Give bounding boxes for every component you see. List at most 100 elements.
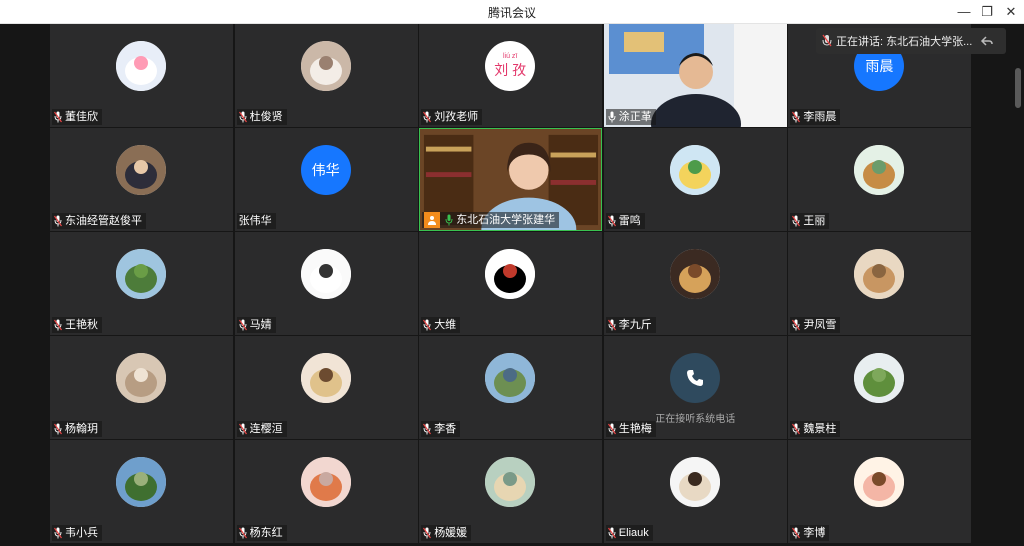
participant-tile[interactable]: 杜俊贤 (234, 24, 418, 127)
participant-tile[interactable]: 涂正革 (603, 24, 787, 127)
avatar-initials: 刘 孜 (494, 61, 527, 78)
participant-tile[interactable]: 李香 (419, 336, 603, 439)
participant-tile[interactable]: 大维 (419, 232, 603, 335)
participant-name-label: 董佳欣 (52, 109, 102, 125)
participant-name: 李九斤 (618, 319, 652, 331)
avatar (669, 353, 720, 403)
participant-name: 生艳梅 (618, 423, 652, 435)
participant-tile[interactable]: 东油经管赵俊平 (50, 128, 233, 231)
mic-muted-icon (423, 423, 432, 435)
mic-muted-icon (54, 423, 62, 435)
avatar (485, 353, 536, 403)
restore-button[interactable]: ❐ (977, 2, 997, 22)
participant-tile[interactable]: Eliauk (603, 440, 787, 543)
participant-name: 张伟华 (238, 215, 272, 227)
participant-name: 李博 (803, 527, 826, 539)
avatar (116, 249, 166, 299)
participant-tile[interactable]: 马婧 (234, 232, 418, 335)
participant-name-label: 东北石油大学张建华 (422, 212, 560, 228)
mic-muted-icon (792, 423, 801, 435)
participant-name: 涂正革 (618, 111, 652, 123)
mic-muted-icon (607, 215, 616, 227)
participant-name: 王艳秋 (65, 319, 98, 331)
participant-tile[interactable]: 杨翰玥 (50, 336, 233, 439)
mic-muted-icon (238, 527, 247, 539)
window-title: 腾讯会议 (487, 6, 536, 20)
participant-tile[interactable]: 连樱洹 (234, 336, 418, 439)
mic-muted-icon (54, 111, 62, 123)
participant-name-label: 杨媛媛 (421, 525, 472, 541)
participant-name: 董佳欣 (65, 111, 98, 123)
avatar (116, 145, 166, 195)
participant-tile[interactable]: 王艳秋 (50, 232, 233, 335)
participant-tile[interactable]: 雷鸣 (603, 128, 787, 231)
participant-tile[interactable]: 韦小兵 (50, 440, 233, 543)
participant-tile[interactable]: 董佳欣 (50, 24, 233, 127)
participant-name: 尹凤雪 (803, 319, 837, 331)
minimize-button[interactable]: — (954, 2, 974, 22)
avatar (300, 353, 351, 403)
mic-muted-icon (792, 215, 801, 227)
speaking-text: 正在讲话: 东北石油大学张... (836, 36, 973, 48)
avatar (116, 457, 166, 507)
participant-name: 东北石油大学张建华 (456, 214, 556, 226)
participant-name: 杨东红 (249, 527, 283, 539)
avatar (300, 457, 351, 507)
participant-name-label: 杨翰玥 (52, 421, 102, 437)
participant-name-label: 尹凤雪 (790, 317, 841, 333)
participant-name: 李雨晨 (803, 111, 837, 123)
participant-tile[interactable]: 魏景柱 (788, 336, 972, 439)
participant-tile[interactable]: 王丽 (788, 128, 972, 231)
mic-muted-icon (423, 319, 432, 331)
participant-name-label: 涂正革 (605, 109, 656, 125)
participant-name-label: 大维 (421, 317, 461, 333)
close-button[interactable]: ✕ (1001, 2, 1021, 22)
reply-icon[interactable] (980, 34, 994, 48)
participant-tile[interactable]: 李博 (788, 440, 972, 543)
mic-muted-icon (238, 423, 247, 435)
avatar (669, 249, 720, 299)
mic-muted-icon (238, 319, 247, 331)
participant-name-label: 生艳梅 (605, 421, 656, 437)
participant-tile[interactable]: 李九斤 (603, 232, 787, 335)
participant-name: 杨翰玥 (65, 423, 98, 435)
avatar (854, 457, 905, 507)
participant-tile[interactable]: 正在接听系统电话 生艳梅 (603, 336, 787, 439)
avatar (854, 353, 905, 403)
participant-name: 杨媛媛 (434, 527, 468, 539)
avatar (116, 41, 166, 91)
participant-name: 李香 (434, 423, 457, 435)
participant-tile[interactable]: 伟华张伟华 (234, 128, 418, 231)
avatar (485, 249, 536, 299)
meeting-stage: 董佳欣 杜俊贤 liú zī 刘 孜刘孜老师 涂正革 雨晨 李雨晨 东油经管赵俊平 伟华 张伟华东… (0, 24, 1024, 546)
speaking-indicator[interactable]: 正在讲话: 东北石油大学张... (816, 28, 1006, 54)
avatar-initials: 伟华 (311, 162, 340, 178)
avatar: liú zī 刘 孜 (485, 41, 536, 91)
participant-tile[interactable]: 东北石油大学张建华 (419, 128, 603, 231)
mic-muted-icon (423, 111, 432, 123)
mic-muted-icon (607, 423, 616, 435)
mic-muted-icon (607, 319, 616, 331)
participant-name: 雷鸣 (618, 215, 641, 227)
title-bar: 腾讯会议 — ❐ ✕ (0, 0, 1024, 24)
participant-name: 马婧 (249, 319, 272, 331)
user-icon (424, 212, 441, 228)
participant-tile[interactable]: liú zī 刘 孜刘孜老师 (419, 24, 603, 127)
participant-name: Eliauk (618, 527, 649, 539)
avatar: 伟华 (300, 145, 351, 195)
participant-name-label: 王艳秋 (52, 317, 102, 333)
participant-name-label: 马婧 (236, 317, 276, 333)
participant-name-label: Eliauk (605, 525, 653, 541)
mic-muted-icon (238, 111, 247, 123)
participant-name: 大维 (434, 319, 457, 331)
scrollbar[interactable] (1015, 68, 1021, 108)
avatar (300, 249, 351, 299)
participant-tile[interactable]: 杨东红 (234, 440, 418, 543)
participant-name-label: 杨东红 (236, 525, 287, 541)
avatar (854, 145, 905, 195)
participant-tile[interactable]: 杨媛媛 (419, 440, 603, 543)
participant-tile[interactable]: 尹凤雪 (788, 232, 972, 335)
mic-icon (822, 34, 832, 47)
participant-name-label: 刘孜老师 (421, 109, 483, 125)
participant-name-label: 张伟华 (236, 213, 276, 229)
